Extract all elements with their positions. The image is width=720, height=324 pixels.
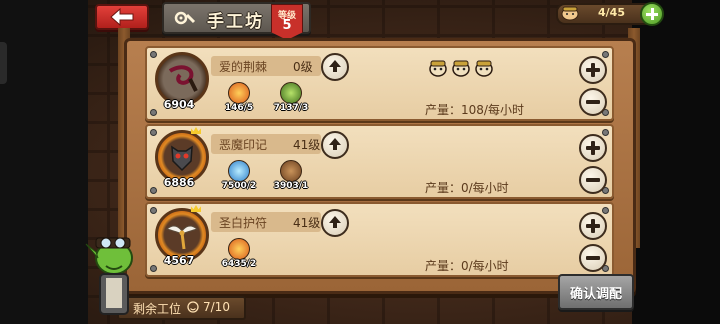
workshop-level: 41级: [293, 216, 321, 230]
demon-mask-icon: [171, 145, 193, 172]
name-plate: 恶魔印记 41级: [211, 134, 321, 154]
remove-worker-button[interactable]: [579, 244, 607, 272]
plus-bar: [591, 141, 595, 155]
back-button[interactable]: [95, 4, 149, 30]
nail: [150, 109, 157, 116]
nail: [150, 187, 157, 194]
arrow-up-icon: [329, 60, 341, 72]
worker-face-icon: [429, 60, 447, 77]
page-title: 手工坊: [207, 12, 264, 32]
add-worker-to-workshop-button[interactable]: [579, 134, 607, 162]
minus-bar: [586, 178, 600, 182]
material-amount: 7500/2: [221, 181, 257, 191]
crown-icon: [191, 205, 201, 212]
right-letterbox: [632, 0, 720, 324]
output-rate: 产量：108/每小时: [425, 103, 524, 117]
fire-material-icon: [228, 82, 250, 104]
back-arrow-icon: [110, 8, 134, 26]
minus-bar: [586, 100, 600, 104]
material-amount: 6435/2: [221, 259, 257, 269]
workshop-row: 4567 圣白护符 41级 6435/2 产量：0/每小时: [145, 202, 614, 277]
nail: [150, 51, 157, 58]
add-worker-button[interactable]: [640, 2, 664, 26]
workshop-row: 6886 恶魔印记 41级 7500/2 3903/1 产量：0/每小时: [145, 124, 614, 199]
workshop-row: 6904 爱的荆棘 0级 146/5 7137/3 产量：108/每小时: [145, 46, 614, 121]
left-letterbox: [0, 0, 88, 324]
worker-face-icon: [475, 60, 493, 77]
winged-amulet-icon: [166, 225, 198, 250]
leaf-material-icon: [280, 82, 302, 104]
arrow-up-icon: [329, 216, 341, 228]
minus-bar: [586, 256, 600, 260]
fire-material-icon: [228, 238, 250, 260]
plus-bar: [591, 63, 595, 77]
upgrade-button[interactable]: [321, 209, 349, 237]
material-amount: 3903/1: [273, 181, 309, 191]
workshop-name: 圣白护符: [219, 216, 268, 230]
confirm-label: 确认调配: [569, 287, 622, 302]
material-amount: 146/5: [224, 103, 254, 113]
nail: [150, 207, 157, 214]
workshop-level: 0级: [293, 60, 313, 74]
workshop-name: 恶魔印记: [219, 138, 268, 152]
gears-icon: [174, 11, 196, 25]
item-count: 6886: [163, 176, 195, 189]
output-rate: 产量：0/每小时: [425, 181, 509, 195]
add-worker-to-workshop-button[interactable]: [579, 56, 607, 84]
material-leaf: 7137/3: [271, 82, 311, 118]
material-fire: 146/5: [219, 82, 259, 118]
worker-face-icon: [452, 60, 470, 77]
worker-count: 4/45: [598, 6, 625, 19]
plus-bar: [591, 219, 595, 233]
assigned-workers: [429, 60, 493, 77]
material-ice: 7500/2: [219, 160, 259, 196]
level-value: 5: [282, 18, 292, 33]
output-rate: 产量：0/每小时: [425, 259, 509, 273]
nail: [602, 129, 609, 136]
remove-worker-button[interactable]: [579, 88, 607, 116]
name-plate: 爱的荆棘 0级: [211, 56, 321, 76]
ice-material-icon: [228, 160, 250, 182]
material-fire: 6435/2: [219, 238, 259, 274]
add-worker-to-workshop-button[interactable]: [579, 212, 607, 240]
worker-face-icon: [187, 301, 199, 313]
workshop-level: 41级: [293, 138, 321, 152]
title-plank: 手工坊 等级 5: [162, 2, 311, 40]
material-wood: 3903/1: [271, 160, 311, 196]
remove-worker-button[interactable]: [579, 166, 607, 194]
crown-icon: [191, 127, 201, 134]
whip-icon: [168, 65, 198, 92]
nail: [602, 207, 609, 214]
upgrade-button[interactable]: [321, 131, 349, 159]
system-edge-handle[interactable]: [0, 42, 7, 84]
name-plate: 圣白护符 41级: [211, 212, 321, 232]
upgrade-button[interactable]: [321, 53, 349, 81]
item-count: 6904: [163, 98, 195, 111]
slots-count: 7/10: [203, 300, 230, 314]
item-count: 4567: [163, 254, 195, 267]
nail: [150, 265, 157, 272]
worker-face-icon: [561, 6, 579, 21]
wood-material-icon: [280, 160, 302, 182]
nail: [602, 51, 609, 58]
arrow-up-icon: [329, 138, 341, 150]
material-amount: 7137/3: [273, 103, 309, 113]
workshop-name: 爱的荆棘: [219, 60, 268, 74]
goblin-mascot: [85, 237, 133, 315]
confirm-allocation-button[interactable]: 确认调配: [558, 274, 634, 310]
nail: [150, 129, 157, 136]
